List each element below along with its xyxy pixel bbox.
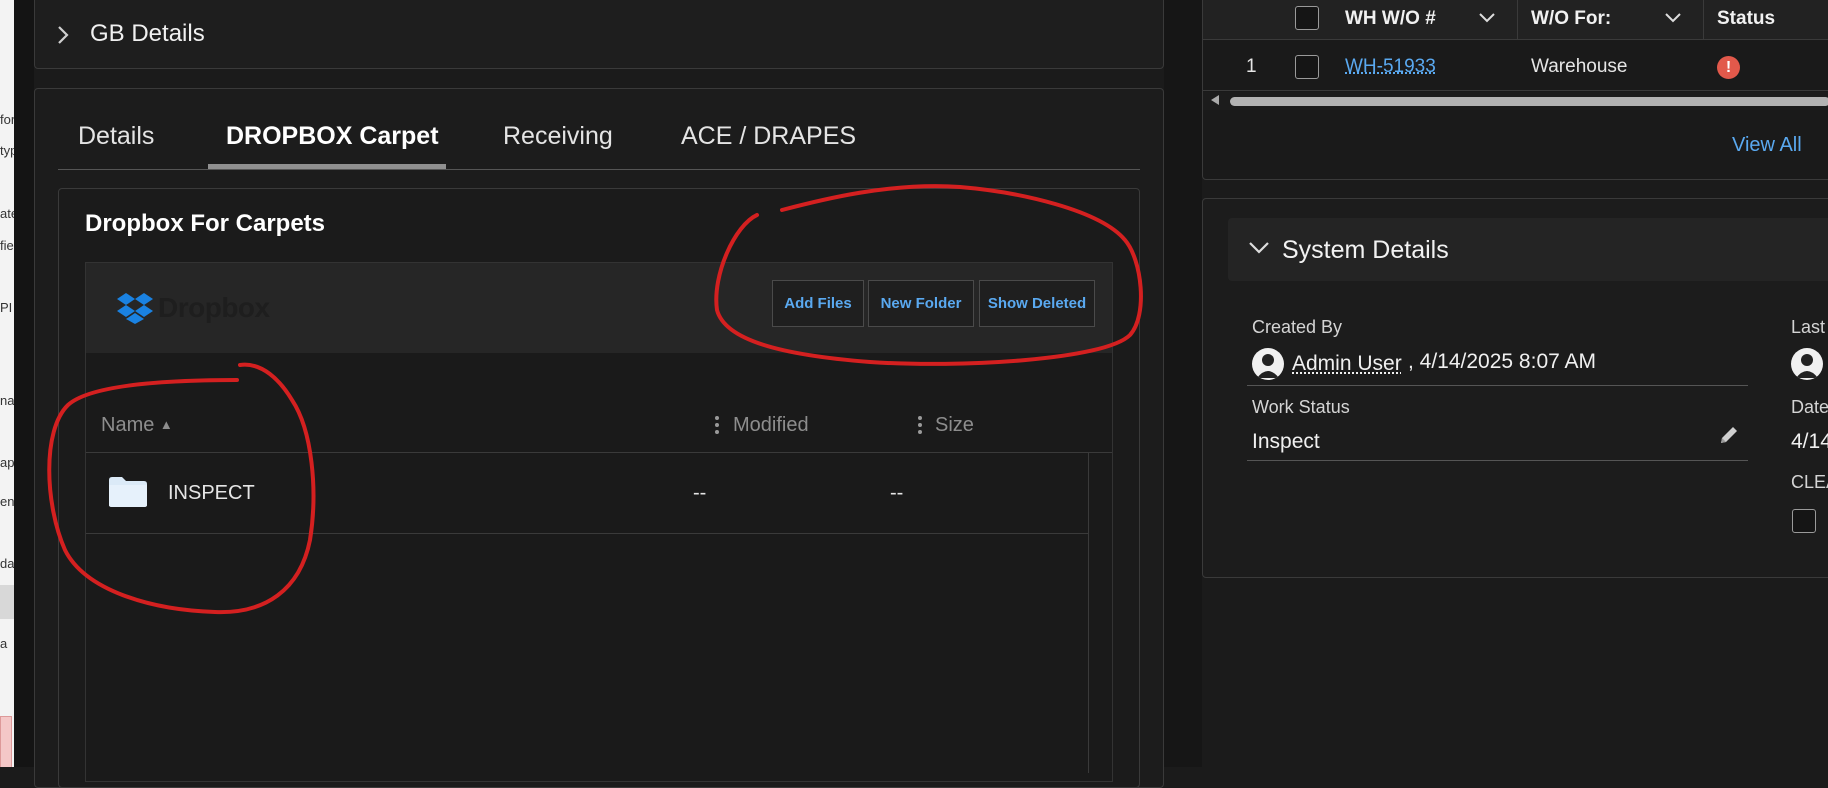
wo-number-link[interactable]: WH-51933	[1345, 56, 1436, 78]
work-status-label: Work Status	[1252, 397, 1350, 417]
active-tab-indicator	[208, 164, 446, 169]
folder-icon[interactable]	[108, 476, 148, 508]
left-fragment: a	[0, 636, 8, 651]
date-label: Date	[1791, 397, 1828, 417]
new-folder-button[interactable]: New Folder	[868, 280, 974, 327]
user-avatar[interactable]	[1252, 348, 1284, 380]
clear-checkbox[interactable]	[1792, 509, 1816, 533]
wo-number-column-header[interactable]: WH W/O #	[1345, 8, 1436, 30]
folder-name-link[interactable]: INSPECT	[168, 482, 255, 505]
left-fragment: nat	[0, 393, 14, 408]
tab-details[interactable]: Details	[78, 122, 154, 151]
left-panel-edge: for typ ate fiel PI nat ap en da a	[0, 0, 14, 767]
wo-for-cell: Warehouse	[1531, 56, 1628, 77]
dropbox-card-title: Dropbox For Carpets	[85, 210, 326, 237]
chevron-down-icon[interactable]	[1478, 11, 1496, 29]
select-all-checkbox[interactable]	[1295, 6, 1319, 30]
field-divider	[1247, 385, 1748, 386]
dropbox-logo-icon	[116, 292, 154, 324]
left-fragment: fiel	[0, 238, 14, 253]
status-column-header[interactable]: Status	[1717, 8, 1775, 30]
row-checkbox[interactable]	[1295, 55, 1319, 79]
system-details-title[interactable]: System Details	[1282, 236, 1449, 265]
created-by-date: , 4/14/2025 8:07 AM	[1408, 350, 1596, 373]
add-files-button[interactable]: Add Files	[772, 280, 864, 327]
left-fragment: en	[0, 494, 14, 509]
left-fragment: for	[0, 112, 14, 127]
left-fragment: typ	[0, 143, 14, 158]
left-fragment: PI	[0, 300, 13, 315]
created-by-label: Created By	[1252, 317, 1343, 337]
row-divider	[1203, 90, 1828, 91]
size-cell: --	[890, 482, 904, 504]
name-column-header[interactable]: Name ▲	[101, 414, 173, 437]
tab-ace-drapes[interactable]: ACE / DRAPES	[681, 122, 856, 151]
user-avatar[interactable]	[1791, 348, 1823, 380]
tab-dropbox-carpet[interactable]: DROPBOX Carpet	[226, 122, 439, 151]
row-number: 1	[1246, 56, 1257, 77]
field-divider	[1247, 460, 1748, 461]
left-fragment: da	[0, 556, 14, 571]
column-separator	[1703, 0, 1704, 40]
dropbox-wordmark: Dropbox	[158, 292, 270, 323]
edit-pencil-icon[interactable]	[1718, 424, 1740, 446]
date-value: 4/14	[1791, 430, 1828, 453]
size-column-header[interactable]: Size	[935, 414, 974, 437]
left-fragment: ap	[0, 455, 14, 470]
wo-for-column-header[interactable]: W/O For:	[1531, 8, 1611, 30]
scroll-left-icon[interactable]	[1210, 94, 1220, 109]
created-by-user-link[interactable]: Admin User	[1292, 352, 1402, 376]
show-deleted-button[interactable]: Show Deleted	[979, 280, 1095, 327]
chevron-down-icon[interactable]	[1248, 238, 1270, 259]
column-gutter	[1164, 0, 1202, 767]
column-separator	[1517, 0, 1518, 40]
row-divider	[86, 533, 1089, 534]
modified-cell: --	[693, 482, 707, 504]
view-all-link[interactable]: View All	[1732, 134, 1802, 157]
name-column-label: Name	[101, 414, 155, 436]
header-divider	[86, 452, 1112, 453]
clear-label: CLEA	[1791, 472, 1828, 492]
gb-details-title[interactable]: GB Details	[90, 20, 205, 48]
modified-column-header[interactable]: Modified	[733, 414, 809, 437]
chevron-down-icon[interactable]	[1664, 11, 1682, 29]
column-menu-icon[interactable]	[715, 416, 719, 434]
work-status-value: Inspect	[1252, 430, 1320, 453]
scrollbar-thumb[interactable]	[1230, 97, 1828, 106]
column-menu-icon[interactable]	[918, 416, 922, 434]
left-fragment: ate	[0, 206, 14, 221]
chevron-right-icon[interactable]	[56, 24, 70, 46]
table-vertical-divider	[1088, 453, 1089, 773]
panel-gutter	[14, 0, 34, 767]
error-status-icon: !	[1717, 56, 1740, 79]
tab-receiving[interactable]: Receiving	[503, 122, 613, 151]
sort-asc-icon: ▲	[159, 417, 173, 432]
last-modified-label: Last	[1791, 317, 1826, 337]
